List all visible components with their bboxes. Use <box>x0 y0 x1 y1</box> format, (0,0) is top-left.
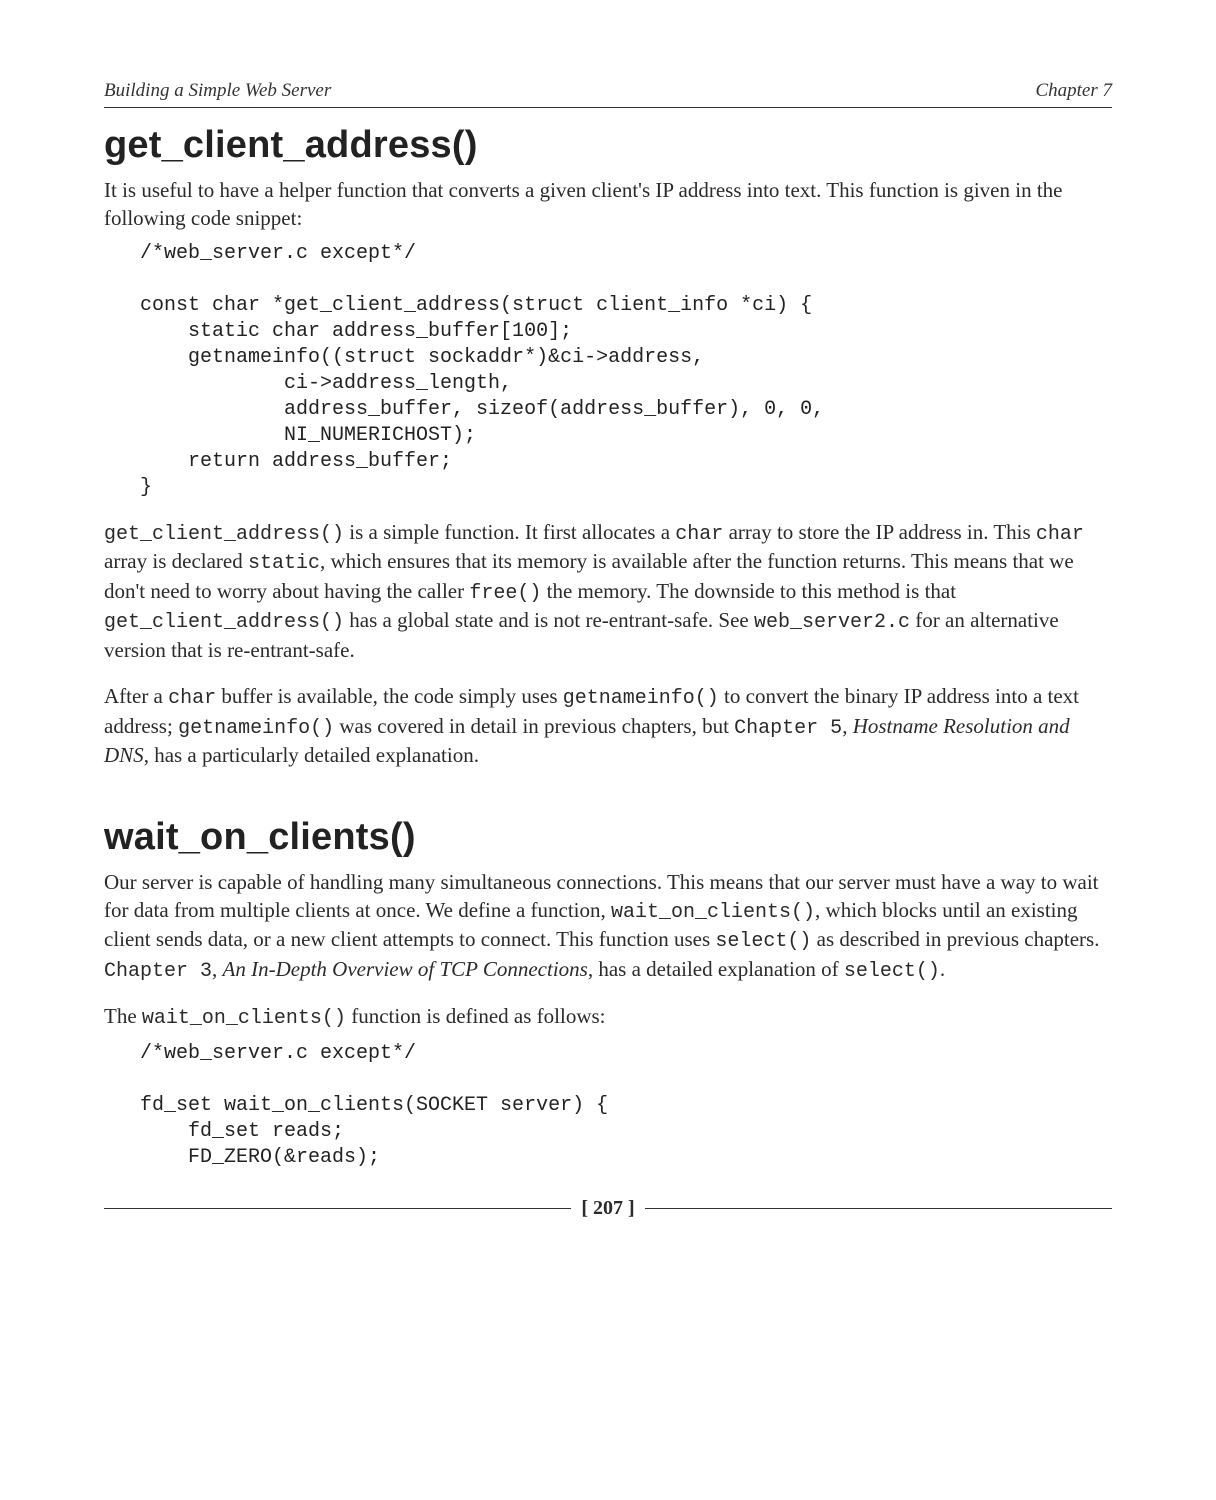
page: Building a Simple Web Server Chapter 7 g… <box>0 0 1216 1221</box>
text: . <box>940 957 945 981</box>
code-inline: get_client_address() <box>104 611 344 634</box>
text: , has a detailed explanation of <box>588 957 844 981</box>
code-inline: wait_on_clients() <box>611 901 815 924</box>
section1-intro: It is useful to have a helper function t… <box>104 177 1112 233</box>
text: was covered in detail in previous chapte… <box>334 714 734 738</box>
text: , <box>212 957 223 981</box>
text: , has a particularly detailed explanatio… <box>144 743 479 767</box>
code-inline: getnameinfo() <box>178 717 334 740</box>
code-inline: select() <box>844 960 940 983</box>
running-header: Building a Simple Web Server Chapter 7 <box>104 78 1112 107</box>
italic-text: An In-Depth Overview of TCP Connections <box>223 957 588 981</box>
header-rule <box>104 107 1112 108</box>
code-inline: get_client_address() <box>104 523 344 546</box>
code-inline: free() <box>469 582 541 605</box>
text: is a simple function. It first allocates… <box>344 520 675 544</box>
text: After a <box>104 684 168 708</box>
text: The <box>104 1004 142 1028</box>
running-header-right: Chapter 7 <box>1035 78 1112 103</box>
code-inline: wait_on_clients() <box>142 1007 346 1030</box>
code-inline: select() <box>715 930 811 953</box>
footer-rule-right <box>645 1208 1112 1209</box>
text: function is defined as follows: <box>346 1004 606 1028</box>
text: , <box>842 714 853 738</box>
text: array is declared <box>104 549 248 573</box>
section2-paragraph-2: The wait_on_clients() function is define… <box>104 1003 1112 1033</box>
code-block-1: /*web_server.c except*/ const char *get_… <box>140 241 1112 501</box>
section-heading-1: get_client_address() <box>104 120 1112 171</box>
code-inline: char <box>168 687 216 710</box>
text: array to store the IP address in. This <box>723 520 1036 544</box>
code-inline: char <box>675 523 723 546</box>
section1-paragraph-1: get_client_address() is a simple functio… <box>104 519 1112 665</box>
section1-paragraph-2: After a char buffer is available, the co… <box>104 683 1112 770</box>
code-inline: char <box>1036 523 1084 546</box>
code-inline: web_server2.c <box>754 611 910 634</box>
page-number: [ 207 ] <box>571 1195 644 1222</box>
code-inline: Chapter 3 <box>104 960 212 983</box>
text: as described in previous chapters. <box>811 927 1099 951</box>
footer-rule-left <box>104 1208 571 1209</box>
text: the memory. The downside to this method … <box>541 579 956 603</box>
section2-paragraph-1: Our server is capable of handling many s… <box>104 869 1112 986</box>
code-block-2: /*web_server.c except*/ fd_set wait_on_c… <box>140 1041 1112 1171</box>
text: buffer is available, the code simply use… <box>216 684 563 708</box>
page-footer: [ 207 ] <box>104 1195 1112 1222</box>
code-inline: getnameinfo() <box>563 687 719 710</box>
code-inline: Chapter 5 <box>734 717 842 740</box>
text: has a global state and is not re-entrant… <box>344 608 754 632</box>
running-header-left: Building a Simple Web Server <box>104 78 331 103</box>
section-heading-2: wait_on_clients() <box>104 812 1112 863</box>
code-inline: static <box>248 552 320 575</box>
